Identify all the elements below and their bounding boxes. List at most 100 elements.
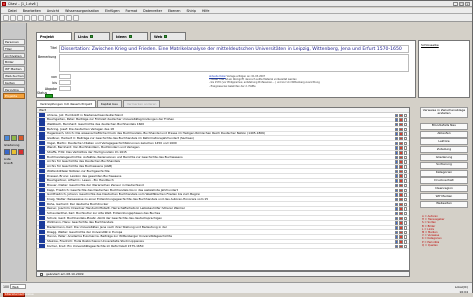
minimize-icon[interactable]: _ [453,2,458,6]
delete-icon[interactable] [399,197,403,202]
edit-icon[interactable] [394,197,398,202]
delete-icon[interactable] [399,207,403,211]
delete-icon[interactable] [399,230,403,235]
checkbox-icon[interactable] [403,244,407,249]
edit-icon[interactable] [394,235,398,239]
menu-item[interactable]: Ebenen [168,8,180,13]
delete-icon[interactable] [399,165,403,169]
delete-icon[interactable] [399,127,403,132]
checkbox-icon[interactable] [403,165,407,169]
delete-icon[interactable] [399,216,403,221]
edit-icon[interactable] [394,202,398,207]
checkbox-icon[interactable] [403,174,407,178]
delete-icon[interactable] [399,226,403,230]
page-select[interactable]: Web [10,284,27,289]
edit-icon[interactable] [394,226,398,230]
delete-icon[interactable] [399,202,403,207]
checkbox-icon[interactable] [403,118,407,122]
delete-icon[interactable] [399,151,403,155]
toolbar-button[interactable] [3,15,9,21]
action-button[interactable]: Lektüre [420,138,468,146]
edit-icon[interactable] [394,155,398,160]
delete-icon[interactable] [399,113,403,117]
sidebar-item-titel[interactable]: Titel [3,45,25,52]
card-icon[interactable] [4,149,10,155]
delete-icon[interactable] [399,211,403,216]
toolbar-button[interactable] [52,15,58,21]
action-button[interactable]: Gliederung [420,154,468,161]
delete-icon[interactable] [399,174,403,178]
menu-item[interactable]: Hilfe [202,8,210,13]
checkbox-icon[interactable] [403,188,407,192]
edit-icon[interactable] [394,160,398,164]
toolbar-button[interactable] [45,15,51,21]
outline-icon[interactable] [4,135,10,141]
action-button[interactable]: Sortierung [420,161,468,169]
sidebar-item-projekte[interactable]: Projekte [3,93,25,99]
close-icon[interactable]: × [465,2,470,6]
edit-icon[interactable] [394,136,398,141]
edit-icon[interactable] [394,132,398,136]
edit-icon[interactable] [394,122,398,127]
action-button[interactable]: Druckverhalt [420,177,468,185]
checkbox-icon[interactable] [403,179,407,183]
checkbox-icon[interactable] [403,193,407,197]
delete-icon[interactable] [399,188,403,192]
sidebar-item-personen[interactable]: Personen [3,39,25,45]
sidebar-item-periodika[interactable]: Periodika [3,86,25,93]
checkbox-icon[interactable] [403,122,407,127]
sidebar-item-archivalien[interactable]: Archivalien [3,52,25,59]
tab-ideen[interactable]: Ideen [112,32,148,40]
delete-icon[interactable] [399,146,403,150]
menu-item[interactable]: Datenreiter [143,8,162,13]
delete-icon[interactable] [399,155,403,160]
edit-icon[interactable] [394,211,398,216]
edit-icon[interactable] [394,165,398,169]
menu-item[interactable]: Wissensorganisation [65,8,99,13]
action-button[interactable]: Ablaufen [420,130,468,138]
toolbar-button[interactable] [24,15,30,21]
checkbox-icon[interactable] [403,202,407,207]
edit-icon[interactable] [394,151,398,155]
edit-icon[interactable] [394,179,398,183]
checkbox-icon[interactable] [403,230,407,235]
edit-icon[interactable] [394,207,398,211]
list-icon[interactable] [11,135,17,141]
checkbox-icon[interactable] [403,146,407,150]
edit-icon[interactable] [394,183,398,188]
checkbox-icon[interactable] [403,155,407,160]
checkbox-icon[interactable] [403,169,407,174]
title-field[interactable]: Dissertation: Zwischen Krieg und Frieden… [59,45,409,53]
edit-icon[interactable] [394,193,398,197]
sidebar-item-bilder[interactable]: Bilder [3,59,25,65]
toolbar-button[interactable] [66,15,72,21]
chart-icon[interactable] [18,135,24,141]
subtab-chapters[interactable]: Kapitel bau [96,100,122,107]
remark-field[interactable] [59,54,409,72]
checkbox-icon[interactable] [403,240,407,244]
checkbox-icon[interactable] [403,207,407,211]
toolbar-button[interactable] [10,15,16,21]
edit-icon[interactable] [394,174,398,178]
delete-icon[interactable] [399,183,403,188]
checkbox-icon[interactable] [403,141,407,146]
delete-icon[interactable] [399,118,403,122]
edit-icon[interactable] [394,118,398,122]
flag-icon[interactable] [18,149,24,155]
edit-icon[interactable] [394,188,398,192]
edit-icon[interactable] [394,216,398,221]
checkbox-icon[interactable] [403,160,407,164]
menu-item[interactable]: Bearbeiten [23,8,41,13]
delete-icon[interactable] [399,160,403,164]
action-button[interactable]: Verweise in Zwischenablage erstellen [420,107,468,118]
checkbox-icon[interactable] [403,221,407,225]
delete-icon[interactable] [399,132,403,136]
tab-web[interactable]: Web [150,32,186,40]
action-button[interactable]: Zuteilung [420,146,468,154]
action-button[interactable]: Ideenregion [420,185,468,193]
due-field[interactable] [59,86,71,91]
delete-icon[interactable] [399,240,403,244]
action-button[interactable]: Wif Medien [420,193,468,200]
checkbox-icon[interactable] [403,132,407,136]
sidebar-item-karten[interactable]: Karten [3,79,25,86]
